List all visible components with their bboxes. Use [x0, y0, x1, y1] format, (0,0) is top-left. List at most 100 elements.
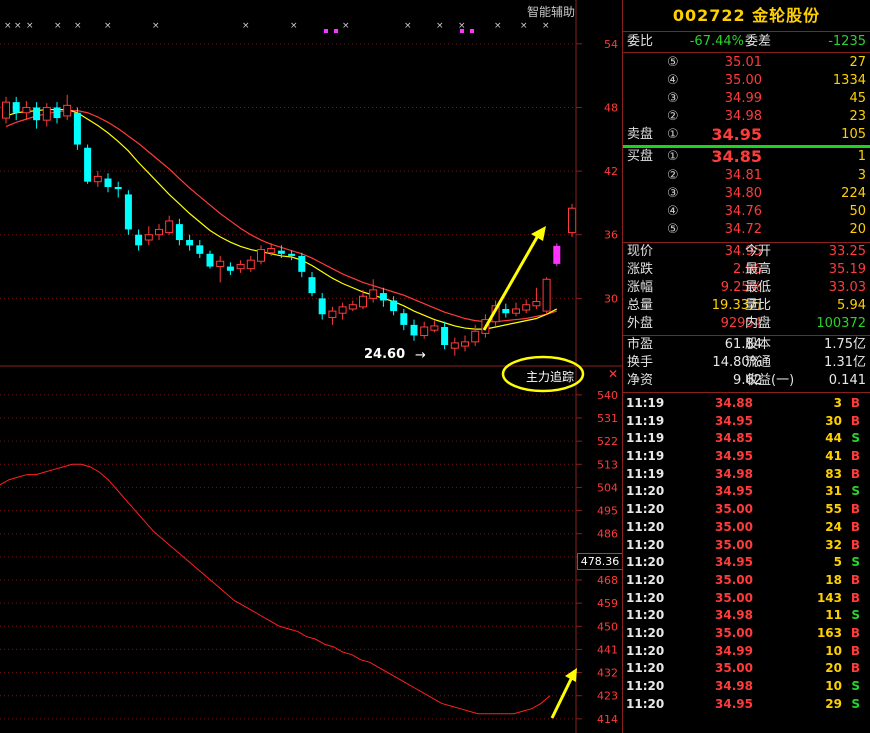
buy-order-row[interactable]: ⑤ 34.72 20: [623, 221, 870, 239]
candle-body: [175, 224, 183, 241]
event-marker: ×: [436, 21, 444, 31]
buy-price: 34.85: [711, 147, 762, 166]
tick-row[interactable]: 11:20 35.00 163 B: [623, 625, 870, 643]
level-icon: ①: [667, 149, 679, 164]
sell-order-row[interactable]: ④ 35.00 1334: [623, 72, 870, 90]
tick-row[interactable]: 11:20 34.98 11 S: [623, 607, 870, 625]
buy-order-row[interactable]: ④ 34.76 50: [623, 203, 870, 221]
sell-volume: 45: [849, 91, 866, 106]
tick-row[interactable]: 11:19 34.88 3 B: [623, 395, 870, 413]
candle-body: [277, 250, 285, 254]
candle-body: [63, 104, 72, 117]
candle-body: [124, 194, 132, 230]
tick-time: 11:19: [626, 413, 665, 428]
tick-direction: B: [850, 643, 860, 658]
candle: [124, 190, 132, 235]
tick-list[interactable]: 11:19 34.88 3 B 11:19 34.95 30 B 11:19 34.85 44 S 11…: [623, 393, 870, 713]
highlight-marker: [334, 29, 338, 33]
tick-row[interactable]: 11:20 34.99 10 B: [623, 643, 870, 661]
candle: [542, 277, 551, 315]
weicha-label: 委差: [745, 34, 772, 49]
candle-body: [338, 306, 347, 314]
tick-price: 34.98: [715, 679, 753, 693]
indicator-tick-label: 495: [597, 505, 618, 518]
buy-order-row[interactable]: 买盘 ① 34.85 1: [623, 148, 870, 167]
stat-label: 现价: [627, 244, 654, 259]
candle-body: [53, 107, 61, 119]
sell-order-row[interactable]: ③ 34.99 45: [623, 90, 870, 108]
stat-label: 总量: [627, 298, 654, 313]
tick-row[interactable]: 11:20 35.00 24 B: [623, 519, 870, 537]
quote-stat-row: 现价 34.95 今开 33.25: [623, 243, 870, 261]
buy-order-row[interactable]: ② 34.81 3: [623, 167, 870, 185]
stat-value: 1.31亿: [824, 355, 866, 370]
indicator-tick-label: 432: [597, 667, 618, 680]
buy-volume: 20: [849, 222, 866, 237]
candle-body: [206, 253, 214, 267]
tick-volume: 31: [825, 484, 842, 499]
quote-stat-row: 涨幅 9.25% 最低 33.03: [623, 279, 870, 297]
tick-row[interactable]: 11:20 35.00 18 B: [623, 572, 870, 590]
stock-title: 002722 金轮股份: [623, 0, 870, 32]
candle-body: [144, 234, 153, 241]
candle-body: [308, 277, 316, 294]
indicator-name-button[interactable]: 主力追踪: [526, 368, 574, 385]
candle-body: [42, 106, 51, 121]
stat-value: 1.75亿: [824, 337, 866, 352]
sell-order-row[interactable]: ② 34.98 23: [623, 108, 870, 126]
chart-area[interactable]: × × × × × × × × × × × × × × × × 5448423630 540531522513…: [0, 0, 622, 733]
candle-body: [379, 293, 387, 301]
tick-row[interactable]: 11:19 34.95 41 B: [623, 448, 870, 466]
tick-row[interactable]: 11:20 34.95 29 S: [623, 696, 870, 714]
tick-row[interactable]: 11:19 34.98 83 B: [623, 466, 870, 484]
stat-label: 市盈: [627, 337, 654, 352]
stat-label: 换手: [627, 355, 654, 370]
tick-row[interactable]: 11:20 34.95 5 S: [623, 554, 870, 572]
sell-price: 34.95: [711, 125, 762, 144]
event-marker: ×: [290, 21, 298, 31]
tick-price: 34.98: [715, 608, 753, 623]
smart-assist-button[interactable]: 智能辅助: [527, 3, 575, 20]
candle: [568, 203, 576, 237]
candle-body: [461, 341, 469, 347]
tick-row[interactable]: 11:19 34.95 30 B: [623, 413, 870, 431]
stat-value: 35.19: [828, 262, 866, 277]
tick-time: 11:19: [626, 431, 665, 446]
event-marker: ×: [4, 21, 12, 31]
tick-price: 34.98: [715, 466, 753, 481]
tick-direction: B: [850, 661, 860, 676]
sell-order-row[interactable]: ⑤ 35.01 27: [623, 54, 870, 72]
weibi-value: -67.44%: [689, 34, 744, 49]
tick-row[interactable]: 11:20 34.95 31 S: [623, 483, 870, 501]
sell-order-row[interactable]: 卖盘 ① 34.95 105: [623, 126, 870, 145]
indicator-tick-label: 531: [597, 412, 618, 425]
buy-order-row[interactable]: ③ 34.80 224: [623, 185, 870, 203]
price-tick-label: 42: [604, 165, 618, 178]
buy-price: 34.72: [724, 222, 762, 237]
tick-row[interactable]: 11:20 35.00 55 B: [623, 501, 870, 519]
tick-time: 11:20: [626, 572, 665, 587]
close-icon[interactable]: ✕: [608, 367, 618, 381]
tick-volume: 41: [825, 449, 842, 464]
candle-body: [502, 308, 510, 314]
tick-row[interactable]: 11:20 34.98 10 S: [623, 678, 870, 696]
tick-direction: S: [851, 555, 860, 570]
tick-row[interactable]: 11:20 35.00 20 B: [623, 660, 870, 678]
sell-label: 卖盘: [627, 127, 654, 142]
candle-body: [471, 330, 480, 343]
candle-body: [22, 106, 31, 114]
stat-label: 外盘: [627, 316, 654, 331]
tick-volume: 3: [833, 396, 842, 410]
tick-row[interactable]: 11:20 35.00 143 B: [623, 590, 870, 608]
tick-row[interactable]: 11:19 34.85 44 S: [623, 430, 870, 448]
stat-label: 流通: [745, 355, 772, 370]
tick-row[interactable]: 11:20 35.00 32 B: [623, 537, 870, 555]
tick-price: 34.99: [715, 643, 753, 658]
level-icon: ③: [667, 186, 679, 201]
tick-price: 34.88: [715, 396, 753, 410]
event-marker: ×: [14, 21, 22, 31]
stat-label: 涨跌: [627, 262, 654, 277]
stat-label: 股本: [745, 337, 772, 352]
tick-volume: 83: [825, 466, 842, 481]
event-marker: ×: [494, 21, 502, 31]
